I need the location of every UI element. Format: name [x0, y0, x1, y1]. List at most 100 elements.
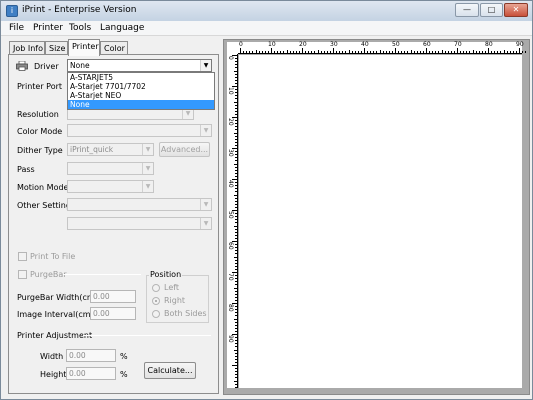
dither-type-select[interactable]: iPrint_quick ▼ — [67, 143, 154, 156]
menu-tools[interactable]: Tools — [69, 23, 91, 33]
purgebar-checkbox[interactable] — [18, 270, 27, 279]
ruler-tick — [234, 318, 237, 320]
ruler-tick — [234, 132, 237, 134]
ruler-label: 60 — [423, 41, 431, 48]
ruler-tick — [416, 51, 418, 53]
ruler-tick — [243, 51, 245, 53]
advanced-button[interactable]: Advanced... — [159, 142, 210, 157]
print-to-file-checkbox[interactable] — [18, 252, 27, 261]
ruler-tick — [249, 51, 251, 53]
ruler-tick — [234, 194, 237, 196]
ruler-tick — [235, 268, 237, 270]
tab-job-info[interactable]: Job Info — [9, 41, 45, 55]
ruler-tick — [429, 51, 431, 53]
chevron-down-icon[interactable]: ▼ — [142, 144, 153, 155]
position-right-radio[interactable] — [152, 297, 160, 305]
purgebar-width-input[interactable]: 0.00 — [90, 290, 136, 303]
window-title: iPrint - Enterprise Version — [22, 5, 137, 15]
driver-dropdown-list[interactable]: A-STARJET5 A-Starjet 7701/7702 A-Starjet… — [67, 72, 215, 110]
ruler-tick — [317, 50, 319, 53]
menu-language[interactable]: Language — [100, 23, 144, 33]
chevron-down-icon[interactable]: ▼ — [200, 199, 211, 210]
driver-option[interactable]: A-Starjet NEO — [68, 91, 214, 100]
ruler-tick — [509, 51, 511, 53]
position-both-sides-label: Both Sides — [164, 309, 207, 318]
ruler-tick — [376, 51, 378, 53]
printer-adjustment-label: Printer Adjustment — [17, 331, 93, 340]
other-setting-select-2[interactable]: ▼ — [67, 217, 212, 230]
print-to-file-label: Print To File — [30, 252, 76, 261]
tab-color[interactable]: Color — [100, 41, 128, 55]
ruler-tick — [235, 321, 237, 323]
ruler-tick — [342, 51, 344, 53]
width-input[interactable]: 0.00 — [66, 349, 116, 362]
color-mode-label: Color Mode — [17, 127, 63, 136]
ruler-tick — [283, 51, 285, 53]
pass-select[interactable]: ▼ — [67, 162, 154, 175]
image-interval-input[interactable]: 0.00 — [90, 307, 136, 320]
ruler-tick — [235, 154, 237, 156]
ruler-tick — [235, 386, 237, 388]
ruler-tick — [354, 51, 356, 53]
ruler-tick — [379, 50, 381, 53]
ruler-tick — [525, 51, 527, 53]
driver-option-selected[interactable]: None — [68, 100, 214, 109]
tab-size[interactable]: Size — [45, 41, 68, 55]
ruler-tick — [235, 281, 237, 283]
chevron-down-icon[interactable]: ▼ — [142, 181, 153, 192]
calculate-button[interactable]: Calculate... — [144, 362, 196, 379]
ruler-tick — [235, 144, 237, 146]
ruler-tick — [235, 107, 237, 109]
ruler-tick — [235, 89, 237, 91]
ruler-tick — [274, 51, 276, 53]
color-mode-select[interactable]: ▼ — [67, 124, 212, 137]
driver-option[interactable]: A-Starjet 7701/7702 — [68, 82, 214, 91]
driver-select[interactable]: None ▼ — [67, 59, 212, 72]
position-right-label: Right — [164, 296, 186, 305]
maximize-button[interactable]: □ — [480, 3, 503, 17]
ruler-tick — [426, 48, 427, 53]
ruler-tick — [235, 265, 237, 267]
menu-file[interactable]: File — [9, 23, 24, 33]
other-setting-select[interactable]: ▼ — [67, 198, 212, 211]
ruler-tick — [234, 163, 237, 165]
minimize-button[interactable]: — — [455, 3, 479, 17]
ruler-tick — [235, 293, 237, 295]
height-input[interactable]: 0.00 — [66, 367, 116, 380]
title-bar[interactable]: i iPrint - Enterprise Version — □ ✕ — [1, 1, 532, 21]
ruler-tick — [450, 51, 452, 53]
ruler-tick — [404, 51, 406, 53]
position-left-radio[interactable] — [152, 284, 160, 292]
ruler-tick — [235, 290, 237, 292]
motion-mode-select[interactable]: ▼ — [67, 180, 154, 193]
ruler-tick — [235, 306, 237, 308]
ruler-tick — [385, 51, 387, 53]
ruler-tick — [235, 203, 237, 205]
chevron-down-icon[interactable]: ▼ — [200, 60, 211, 71]
close-button[interactable]: ✕ — [504, 3, 528, 17]
ruler-tick — [235, 250, 237, 252]
ruler-tick — [267, 51, 269, 53]
ruler-tick — [441, 50, 443, 53]
ruler-tick — [235, 67, 237, 69]
chevron-down-icon[interactable]: ▼ — [200, 218, 211, 229]
ruler-tick — [475, 51, 477, 53]
ruler-tick — [235, 175, 237, 177]
tab-printer[interactable]: Printer — [68, 39, 100, 56]
ruler-tick — [235, 383, 237, 385]
menu-printer[interactable]: Printer — [33, 23, 63, 33]
print-preview-page[interactable] — [239, 55, 522, 388]
image-interval-label: Image Interval(cm) — [17, 310, 94, 319]
chevron-down-icon[interactable]: ▼ — [142, 163, 153, 174]
ruler-tick — [235, 104, 237, 106]
ruler-tick — [235, 200, 237, 202]
ruler-tick — [289, 51, 291, 53]
ruler-tick — [235, 151, 237, 153]
chevron-down-icon[interactable]: ▼ — [200, 125, 211, 136]
pass-label: Pass — [17, 165, 35, 174]
driver-option[interactable]: A-STARJET5 — [68, 73, 214, 82]
ruler-tick — [235, 76, 237, 78]
other-setting-label: Other Setting — [17, 201, 71, 210]
position-both-sides-radio[interactable] — [152, 310, 160, 318]
ruler-tick — [466, 51, 468, 53]
